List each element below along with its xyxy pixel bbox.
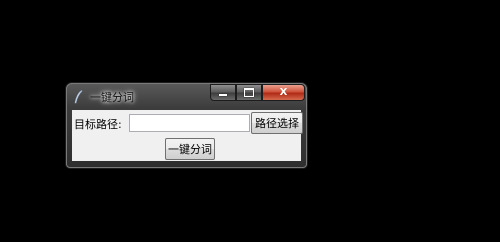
target-path-label: 目标路径:	[74, 118, 122, 131]
close-icon: X	[279, 87, 288, 98]
title-bar[interactable]: 一键分词 X	[66, 83, 307, 110]
target-path-input[interactable]	[129, 114, 250, 132]
minimize-button[interactable]	[210, 84, 236, 101]
window-title: 一键分词	[90, 91, 134, 104]
close-button[interactable]: X	[262, 84, 305, 101]
maximize-icon	[244, 88, 254, 97]
segment-button[interactable]: 一键分词	[165, 138, 215, 160]
feather-icon	[73, 89, 83, 104]
maximize-button[interactable]	[236, 84, 262, 101]
app-window: 一键分词 X 目标路径: 路径选择 一键分词	[66, 83, 307, 168]
minimize-icon	[219, 94, 227, 96]
caption-buttons: X	[210, 84, 305, 102]
browse-path-button[interactable]: 路径选择	[251, 112, 303, 134]
client-area: 目标路径: 路径选择 一键分词	[72, 110, 303, 161]
